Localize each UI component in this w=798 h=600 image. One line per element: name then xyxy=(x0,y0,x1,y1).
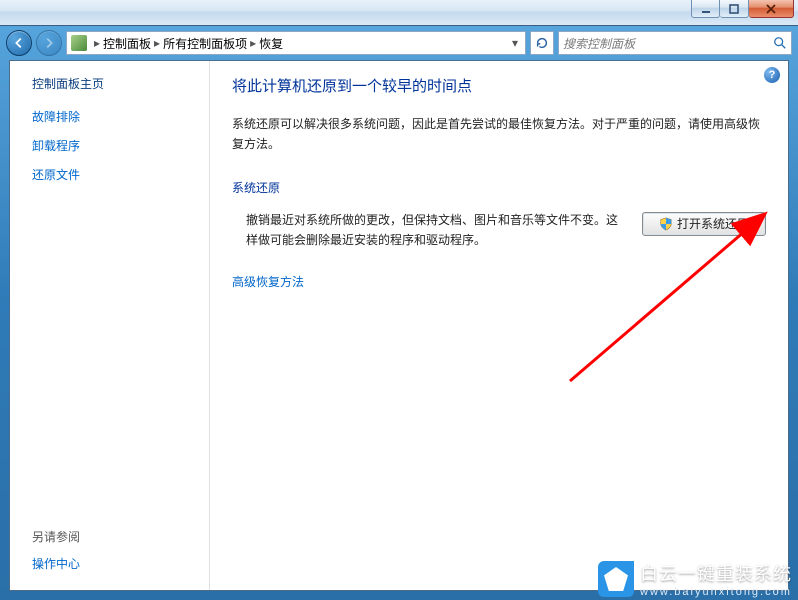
sidebar-footer: 另请参阅 操作中心 xyxy=(32,528,209,580)
content-area: ? 将此计算机还原到一个较早的时间点 系统还原可以解决很多系统问题，因此是首先尝… xyxy=(210,61,788,590)
maximize-icon xyxy=(729,4,739,14)
forward-button[interactable] xyxy=(36,30,62,56)
address-dropdown[interactable]: ▾ xyxy=(507,36,523,50)
forward-arrow-icon xyxy=(42,36,56,50)
watermark: 白云一键重装系统 www.baiyunxitong.com xyxy=(598,558,798,600)
sidebar-heading[interactable]: 控制面板主页 xyxy=(32,75,209,92)
sidebar: 控制面板主页 故障排除 卸载程序 还原文件 另请参阅 操作中心 xyxy=(10,61,210,590)
page-title: 将此计算机还原到一个较早的时间点 xyxy=(232,75,766,96)
watermark-subtitle: www.baiyunxitong.com xyxy=(640,586,792,598)
watermark-logo-icon xyxy=(598,561,634,597)
breadcrumb-item[interactable]: 控制面板 xyxy=(103,35,151,52)
window-content: 控制面板主页 故障排除 卸载程序 还原文件 另请参阅 操作中心 ? 将此计算机还… xyxy=(9,60,789,591)
close-icon xyxy=(766,4,776,14)
uac-shield-icon xyxy=(659,217,673,231)
help-icon[interactable]: ? xyxy=(764,67,780,83)
search-box[interactable]: 搜索控制面板 xyxy=(558,31,792,55)
refresh-button[interactable] xyxy=(530,31,554,55)
restore-button-label: 打开系统还原 xyxy=(677,215,749,232)
system-restore-row: 撤销最近对系统所做的更改，但保持文档、图片和音乐等文件不变。这样做可能会删除最近… xyxy=(232,210,766,251)
sidebar-link-uninstall[interactable]: 卸载程序 xyxy=(32,137,209,154)
window-buttons xyxy=(691,0,794,18)
close-button[interactable] xyxy=(749,0,794,18)
page-description: 系统还原可以解决很多系统问题，因此是首先尝试的最佳恢复方法。对于严重的问题，请使… xyxy=(232,114,766,155)
search-icon xyxy=(773,36,787,50)
minimize-button[interactable] xyxy=(691,0,720,18)
breadcrumb-separator: ▸ xyxy=(247,36,259,50)
minimize-icon xyxy=(701,4,711,14)
see-also-heading: 另请参阅 xyxy=(32,528,209,545)
sidebar-link-action-center[interactable]: 操作中心 xyxy=(32,557,80,571)
address-bar[interactable]: ▸ 控制面板 ▸ 所有控制面板项 ▸ 恢复 ▾ xyxy=(66,31,526,55)
back-arrow-icon xyxy=(12,36,26,50)
restore-description: 撤销最近对系统所做的更改，但保持文档、图片和音乐等文件不变。这样做可能会删除最近… xyxy=(232,210,626,251)
section-heading: 系统还原 xyxy=(232,179,766,196)
maximize-button[interactable] xyxy=(720,0,749,18)
breadcrumb-separator: ▸ xyxy=(151,36,163,50)
control-panel-icon xyxy=(71,35,87,51)
sidebar-link-restore-files[interactable]: 还原文件 xyxy=(32,166,209,183)
breadcrumb-separator: ▸ xyxy=(91,36,103,50)
breadcrumb-item[interactable]: 所有控制面板项 xyxy=(163,35,247,52)
back-button[interactable] xyxy=(6,30,32,56)
refresh-icon xyxy=(535,36,549,50)
watermark-title: 白云一键重装系统 xyxy=(640,560,792,586)
navigation-bar: ▸ 控制面板 ▸ 所有控制面板项 ▸ 恢复 ▾ 搜索控制面板 xyxy=(0,26,798,60)
sidebar-link-troubleshoot[interactable]: 故障排除 xyxy=(32,108,209,125)
search-placeholder: 搜索控制面板 xyxy=(563,35,773,52)
title-bar xyxy=(0,0,798,26)
breadcrumb-item[interactable]: 恢复 xyxy=(259,35,283,52)
advanced-recovery-link[interactable]: 高级恢复方法 xyxy=(232,273,304,290)
open-system-restore-button[interactable]: 打开系统还原 xyxy=(642,212,766,236)
